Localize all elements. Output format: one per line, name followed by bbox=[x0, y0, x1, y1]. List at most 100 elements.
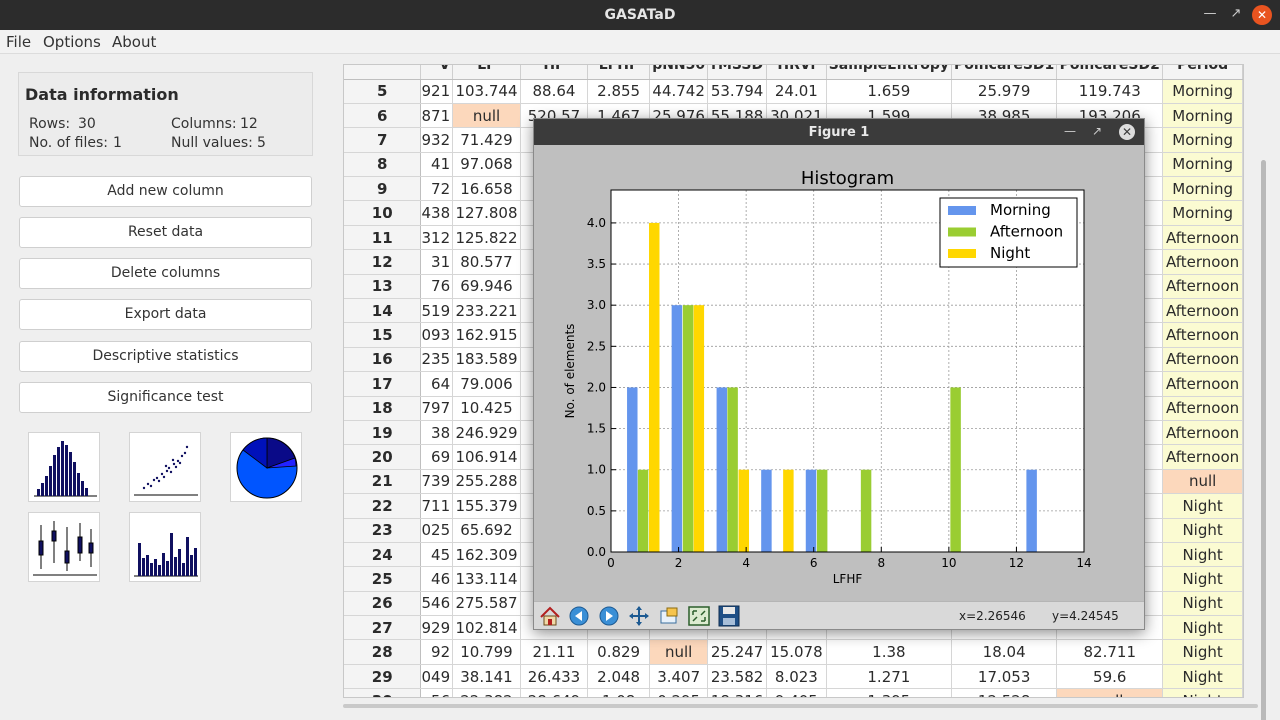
column-header[interactable]: HRVi bbox=[766, 65, 827, 80]
row-number[interactable]: 6 bbox=[344, 103, 422, 129]
significance-test-button[interactable]: Significance test bbox=[19, 382, 312, 413]
table-cell[interactable]: Night bbox=[1162, 639, 1243, 665]
table-cell[interactable]: 23.582 bbox=[707, 664, 768, 690]
column-header[interactable]: HF bbox=[520, 65, 589, 80]
table-cell[interactable]: 546 bbox=[420, 591, 454, 617]
table-cell[interactable]: 65.692 bbox=[452, 518, 521, 543]
table-cell[interactable]: 16.658 bbox=[452, 176, 521, 202]
column-header[interactable]: Period bbox=[1162, 65, 1243, 80]
table-cell[interactable]: 25.247 bbox=[707, 639, 768, 665]
table-cell[interactable]: 1.38 bbox=[826, 639, 953, 665]
row-number[interactable]: 14 bbox=[344, 298, 422, 324]
figure-titlebar[interactable]: Figure 1 — ↗ ✕ bbox=[534, 119, 1144, 145]
table-cell[interactable]: 711 bbox=[420, 493, 454, 519]
table-cell[interactable]: Night bbox=[1162, 493, 1243, 519]
figure-minimize-icon[interactable]: — bbox=[1060, 121, 1080, 141]
table-cell[interactable]: Night bbox=[1162, 542, 1243, 568]
table-cell[interactable]: 871 bbox=[420, 103, 454, 129]
scatter-plot-button[interactable] bbox=[129, 432, 201, 502]
table-cell[interactable]: 69.946 bbox=[452, 274, 521, 300]
table-cell[interactable]: Afternoon bbox=[1162, 396, 1243, 421]
table-cell[interactable]: 10.425 bbox=[452, 396, 521, 421]
table-cell[interactable]: 049 bbox=[420, 664, 454, 690]
table-cell[interactable]: Morning bbox=[1162, 152, 1243, 178]
table-cell[interactable]: 59.6 bbox=[1056, 664, 1164, 690]
row-number[interactable]: 13 bbox=[344, 274, 422, 300]
table-cell[interactable]: Night bbox=[1162, 591, 1243, 617]
close-icon[interactable]: ✕ bbox=[1252, 5, 1272, 25]
maximize-icon[interactable]: ↗ bbox=[1225, 3, 1247, 25]
table-cell[interactable]: Morning bbox=[1162, 103, 1243, 129]
table-cell[interactable]: 80.577 bbox=[452, 249, 521, 275]
menu-about[interactable]: About bbox=[112, 33, 156, 51]
table-cell[interactable]: 10.799 bbox=[452, 639, 521, 665]
table-cell[interactable]: 79.006 bbox=[452, 371, 521, 397]
table-cell[interactable]: 125.822 bbox=[452, 225, 521, 251]
table-cell[interactable]: 56 bbox=[420, 688, 454, 697]
table-cell[interactable]: 246.929 bbox=[452, 420, 521, 446]
table-cell[interactable]: Afternoon bbox=[1162, 420, 1243, 446]
row-number[interactable]: 21 bbox=[344, 469, 422, 495]
table-cell[interactable]: Night bbox=[1162, 518, 1243, 543]
row-number[interactable]: 10 bbox=[344, 200, 422, 226]
table-cell[interactable]: 102.814 bbox=[452, 615, 521, 641]
column-header[interactable]: SampleEntropy bbox=[826, 65, 953, 80]
row-number[interactable]: 26 bbox=[344, 591, 422, 617]
table-cell[interactable]: 97.068 bbox=[452, 152, 521, 178]
vertical-scroll-thumb[interactable] bbox=[1261, 160, 1266, 720]
table-cell[interactable]: 71.429 bbox=[452, 127, 521, 153]
table-cell[interactable]: Afternoon bbox=[1162, 371, 1243, 397]
table-cell[interactable]: 0.829 bbox=[587, 639, 651, 665]
table-row[interactable]: 28 92 10.799 21.11 0.829 null 25.247 15.078 1.38… bbox=[344, 639, 1243, 665]
row-number[interactable]: 27 bbox=[344, 615, 422, 641]
column-header[interactable] bbox=[344, 65, 422, 80]
table-cell[interactable]: 797 bbox=[420, 396, 454, 421]
table-cell[interactable]: 929 bbox=[420, 615, 454, 641]
table-cell[interactable]: 235 bbox=[420, 347, 454, 373]
table-cell[interactable]: 46 bbox=[420, 566, 454, 592]
column-header[interactable]: PoincareSD2 bbox=[1056, 65, 1164, 80]
table-vertical-scrollbar[interactable] bbox=[1256, 64, 1270, 720]
row-number[interactable]: 7 bbox=[344, 127, 422, 153]
row-number[interactable]: 8 bbox=[344, 152, 422, 178]
row-number[interactable]: 20 bbox=[344, 444, 422, 470]
table-cell[interactable]: 45 bbox=[420, 542, 454, 568]
back-button[interactable] bbox=[567, 605, 591, 627]
table-cell[interactable]: 519 bbox=[420, 298, 454, 324]
table-cell[interactable]: 233.221 bbox=[452, 298, 521, 324]
bar-plot-button[interactable] bbox=[129, 512, 201, 582]
column-header[interactable]: rMSSD bbox=[707, 65, 768, 80]
table-cell[interactable]: 18.04 bbox=[951, 639, 1058, 665]
table-horizontal-scrollbar[interactable] bbox=[343, 700, 1258, 712]
table-cell[interactable]: 0.295 bbox=[649, 688, 709, 697]
table-cell[interactable]: Night bbox=[1162, 688, 1243, 697]
row-number[interactable]: 9 bbox=[344, 176, 422, 202]
table-cell[interactable]: 2.048 bbox=[587, 664, 651, 690]
table-cell[interactable]: 28.649 bbox=[520, 688, 589, 697]
table-cell[interactable]: Night bbox=[1162, 566, 1243, 592]
figure-maximize-icon[interactable]: ↗ bbox=[1087, 121, 1107, 141]
table-cell[interactable]: 21.11 bbox=[520, 639, 589, 665]
reset-data-button[interactable]: Reset data bbox=[19, 217, 312, 248]
export-data-button[interactable]: Export data bbox=[19, 299, 312, 330]
table-cell[interactable]: 18.316 bbox=[707, 688, 768, 697]
row-number[interactable]: 23 bbox=[344, 518, 422, 543]
table-row[interactable]: 305622.38228.6491.080.29518.3169.4051.39… bbox=[344, 688, 1243, 697]
table-row[interactable]: 5 921 103.744 88.64 2.855 44.742 53.794 24.01 1.… bbox=[344, 79, 1243, 104]
row-number[interactable]: 29 bbox=[344, 664, 422, 690]
row-number[interactable]: 5 bbox=[344, 79, 422, 104]
menu-file[interactable]: File bbox=[6, 33, 31, 51]
table-cell[interactable]: 15.078 bbox=[766, 639, 827, 665]
table-cell[interactable]: 25.979 bbox=[951, 79, 1058, 104]
column-header[interactable]: LFHF bbox=[587, 65, 651, 80]
table-cell[interactable]: Morning bbox=[1162, 127, 1243, 153]
box-plot-button[interactable] bbox=[28, 512, 100, 582]
table-cell[interactable]: 92 bbox=[420, 639, 454, 665]
table-cell[interactable]: 88.64 bbox=[520, 79, 589, 104]
table-cell[interactable]: Afternoon bbox=[1162, 444, 1243, 470]
table-cell[interactable]: 438 bbox=[420, 200, 454, 226]
table-cell[interactable]: 312 bbox=[420, 225, 454, 251]
table-cell[interactable]: 133.114 bbox=[452, 566, 521, 592]
table-cell[interactable]: 103.744 bbox=[452, 79, 521, 104]
row-number[interactable]: 17 bbox=[344, 371, 422, 397]
